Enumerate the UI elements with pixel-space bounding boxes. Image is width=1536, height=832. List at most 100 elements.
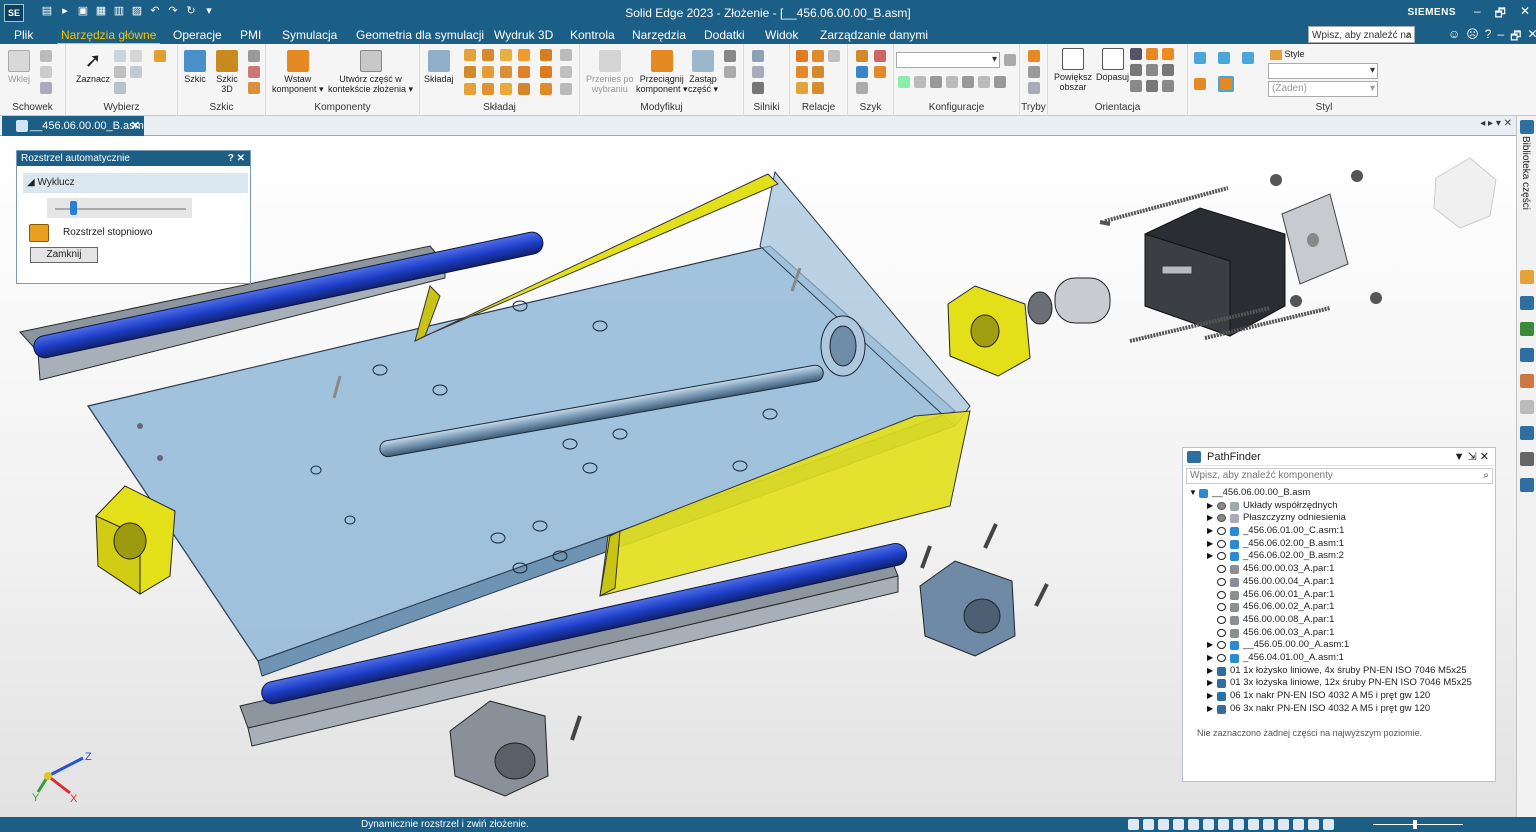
rel-3-icon[interactable] xyxy=(828,50,840,62)
pathfinder-controls[interactable]: ▼ ⇲ ✕ xyxy=(1454,448,1489,466)
relation-gear-icon[interactable] xyxy=(482,66,494,78)
status-tool-1-icon[interactable] xyxy=(1128,819,1139,830)
motor-block-yellow[interactable] xyxy=(947,285,1031,377)
visibility-eye-icon[interactable] xyxy=(1217,641,1226,650)
visibility-eye-icon[interactable] xyxy=(1217,501,1226,510)
sketch-3d-button[interactable]: Szkic 3D xyxy=(216,50,238,94)
status-tool-4-icon[interactable] xyxy=(1173,819,1184,830)
view-3-icon[interactable] xyxy=(1162,64,1174,76)
create-in-place-button[interactable]: Utwórz część w kontekście złożenia ▾ xyxy=(328,50,413,94)
relation-parallel-icon[interactable] xyxy=(500,66,512,78)
visibility-eye-icon[interactable] xyxy=(1217,527,1226,536)
select-tool-icon[interactable] xyxy=(130,50,142,62)
visibility-eye-icon[interactable] xyxy=(1217,577,1226,586)
explode-slider[interactable] xyxy=(47,198,192,218)
relation-axial-icon[interactable] xyxy=(482,83,494,95)
pattern-along-icon[interactable] xyxy=(856,66,868,78)
relation-symmetric-icon[interactable] xyxy=(518,83,530,95)
render-icon[interactable] xyxy=(1194,78,1206,90)
tab-symulacja[interactable]: Symulacja xyxy=(278,27,341,43)
config-7-icon[interactable] xyxy=(994,76,1006,88)
sketch-tool-2-icon[interactable] xyxy=(248,66,260,78)
style-button[interactable]: Style xyxy=(1270,49,1305,60)
tab-wydruk-3d[interactable]: Wydruk 3D xyxy=(490,27,557,43)
tab-plik[interactable]: Plik xyxy=(10,27,37,43)
visibility-eye-icon[interactable] xyxy=(1217,653,1226,662)
tree-row[interactable]: 456.00.00.08_A.par:1 xyxy=(1183,614,1495,627)
render-active-icon[interactable] xyxy=(1218,76,1234,92)
style-select-2[interactable]: (Żaden) ▾ xyxy=(1268,81,1378,97)
rotate-icon[interactable] xyxy=(1162,48,1174,60)
library-dock-icon[interactable] xyxy=(1520,120,1534,134)
visibility-eye-icon[interactable] xyxy=(1217,628,1226,637)
sketch-tool-3-icon[interactable] xyxy=(248,82,260,94)
relation-rigid-icon[interactable] xyxy=(540,66,552,78)
tree-row[interactable]: ▶ _456.06.02.00_B.asm:2 xyxy=(1183,550,1495,563)
document-tab[interactable]: __456.06.00.00_B.asm ✕ xyxy=(2,116,144,136)
status-tool-14-icon[interactable] xyxy=(1323,819,1334,830)
view-1-icon[interactable] xyxy=(1130,64,1142,76)
tab-kontrola[interactable]: Kontrola xyxy=(566,27,619,43)
rel-4-icon[interactable] xyxy=(796,66,808,78)
status-tool-5-icon[interactable] xyxy=(1188,819,1199,830)
tree-row[interactable]: 456.06.00.02_A.par:1 xyxy=(1183,601,1495,614)
mode-3-icon[interactable] xyxy=(1028,82,1040,94)
paste-button[interactable]: Wklej xyxy=(8,50,30,84)
tree-row[interactable]: 456.00.00.03_A.par:1 xyxy=(1183,563,1495,576)
tree-row[interactable]: ▶ 06 3x nakr PN-EN ISO 4032 A M5 i pręt g… xyxy=(1183,703,1495,716)
status-tool-10-icon[interactable] xyxy=(1263,819,1274,830)
tree-row[interactable]: ▶ _456.04.01.00_A.asm:1 xyxy=(1183,652,1495,665)
minimize-button[interactable]: – xyxy=(1474,4,1481,25)
collapse-icon[interactable]: ▼ xyxy=(1189,487,1197,500)
dock-tool-1-icon[interactable] xyxy=(1520,270,1534,284)
coupling[interactable] xyxy=(1027,277,1111,325)
rel-1-icon[interactable] xyxy=(796,50,808,62)
sketch-tool-icon[interactable] xyxy=(248,50,260,62)
expand-icon[interactable]: ▶ xyxy=(1207,512,1213,525)
expand-icon[interactable]: ▶ xyxy=(1207,538,1213,551)
status-tool-3-icon[interactable] xyxy=(1158,819,1169,830)
view-2-icon[interactable] xyxy=(1146,64,1158,76)
command-search-input[interactable]: Wpisz, aby znaleźć na ⌕ xyxy=(1308,26,1415,43)
config-4-icon[interactable] xyxy=(946,76,958,88)
search-icon[interactable]: ⌕ xyxy=(1406,27,1412,42)
zoom-slider[interactable] xyxy=(1373,820,1463,829)
relation-options-icon[interactable] xyxy=(560,83,572,95)
tree-row[interactable]: ▶ 01 1x łożysko liniowe, 4x śruby PN-EN I… xyxy=(1183,665,1495,678)
close-button[interactable]: ✕ xyxy=(1520,4,1530,25)
expand-icon[interactable]: ▶ xyxy=(1207,639,1213,652)
status-tool-12-icon[interactable] xyxy=(1293,819,1304,830)
zoom-icon[interactable] xyxy=(1130,48,1142,60)
fit-button[interactable]: Dopasuj xyxy=(1096,48,1129,82)
copy-icon[interactable] xyxy=(40,66,52,78)
move-after-select-button[interactable]: Przenieś po wybraniu xyxy=(586,50,634,94)
motor-icon[interactable] xyxy=(752,50,764,62)
tab-pmi[interactable]: PMI xyxy=(236,27,265,43)
visibility-eye-icon[interactable] xyxy=(1217,603,1226,612)
config-2-icon[interactable] xyxy=(914,76,926,88)
relation-insert-icon[interactable] xyxy=(500,49,512,61)
close-document-icon[interactable]: ✕ xyxy=(131,116,140,136)
relation-mate-icon[interactable] xyxy=(464,49,476,61)
pan-icon[interactable] xyxy=(1146,48,1158,60)
cut-icon[interactable] xyxy=(40,50,52,62)
mode-2-icon[interactable] xyxy=(1028,66,1040,78)
tree-row[interactable]: ▶ 06 1x nakr PN-EN ISO 4032 A M5 i pręt g… xyxy=(1183,690,1495,703)
tree-row[interactable]: 456.00.00.04_A.par:1 xyxy=(1183,576,1495,589)
replace-part-button[interactable]: Zastąp część ▾ xyxy=(688,50,718,94)
expand-icon[interactable]: ▶ xyxy=(1207,652,1213,665)
tree-row[interactable]: ▶ Płaszczyzny odniesienia xyxy=(1183,512,1495,525)
status-tool-9-icon[interactable] xyxy=(1248,819,1259,830)
tab-dodatki[interactable]: Dodatki xyxy=(700,27,749,43)
config-3-icon[interactable] xyxy=(930,76,942,88)
visibility-eye-icon[interactable] xyxy=(1217,565,1226,574)
rel-7-icon[interactable] xyxy=(812,82,824,94)
tab-narzedzia-glowne[interactable]: Narzędzia główne xyxy=(57,27,161,45)
tab-widok[interactable]: Widok xyxy=(761,27,802,43)
pattern-3-icon[interactable] xyxy=(856,82,868,94)
style-select-1[interactable]: ▾ xyxy=(1268,63,1378,79)
dock-tool-3-icon[interactable] xyxy=(1520,322,1534,336)
linear-bearing-right[interactable] xyxy=(919,560,1016,657)
status-tool-11-icon[interactable] xyxy=(1278,819,1289,830)
tree-row[interactable]: 456.06.00.03_A.par:1 xyxy=(1183,627,1495,640)
